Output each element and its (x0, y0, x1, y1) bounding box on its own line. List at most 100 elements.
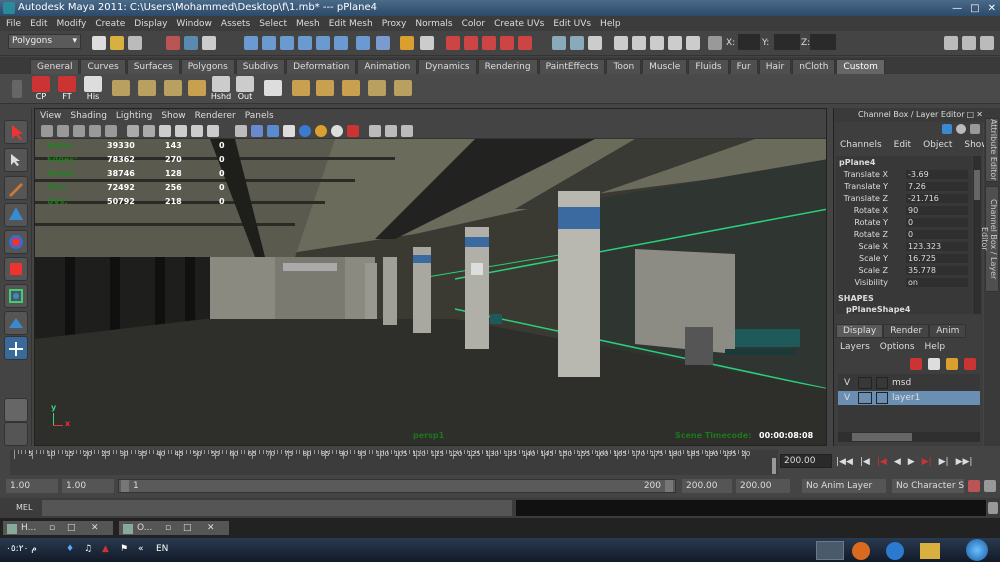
step-back-key-icon[interactable]: |◀ (877, 457, 887, 467)
attr-value[interactable]: on (906, 278, 968, 287)
channel-options-icon[interactable] (956, 124, 966, 134)
character-set-dropdown[interactable]: No Character Set (892, 479, 964, 493)
layer-row-layer1[interactable]: V layer1 (838, 391, 980, 405)
layout-icon-3[interactable] (588, 36, 602, 50)
layer-color-swatch[interactable] (876, 392, 888, 404)
shelf-button-out[interactable]: Out (234, 76, 256, 102)
menu-window[interactable]: Window (176, 19, 212, 29)
shelf-tab-muscle[interactable]: Muscle (642, 59, 688, 74)
layer-tab-anim[interactable]: Anim (929, 324, 967, 338)
xray-icon[interactable] (235, 125, 247, 137)
attr-rotate-x[interactable]: Rotate X 90 (836, 206, 972, 217)
select-object-icon[interactable] (184, 36, 198, 50)
shelf-tab-hair[interactable]: Hair (758, 59, 792, 74)
vp-menu-shading[interactable]: Shading (70, 111, 107, 121)
attr-value[interactable]: 0 (906, 230, 968, 239)
panel-close-icon[interactable]: ✕ (976, 110, 983, 119)
shelf-button-7[interactable] (186, 76, 208, 102)
shelf-tab-custom[interactable]: Custom (836, 59, 885, 74)
menu-edit[interactable]: Edit (30, 19, 47, 29)
channel-menu-icon[interactable] (970, 124, 980, 134)
command-language-label[interactable]: MEL (16, 503, 32, 512)
menu-assets[interactable]: Assets (221, 19, 250, 29)
menu-normals[interactable]: Normals (415, 19, 452, 29)
maximize-icon[interactable]: □ (183, 523, 192, 533)
save-scene-icon[interactable] (128, 36, 142, 50)
empty-layer-icon[interactable] (946, 358, 958, 370)
cb-menu-channels[interactable]: Channels (840, 140, 882, 154)
move-tool-icon[interactable] (4, 203, 28, 227)
layer-visibility-toggle[interactable]: V (844, 378, 850, 388)
attribute-editor-tab[interactable]: Attribute Editor (985, 118, 999, 182)
lasso-tool-icon[interactable] (4, 148, 28, 172)
layer-from-selection-icon[interactable] (928, 358, 940, 370)
minimize-button[interactable]: — (952, 1, 962, 17)
step-forward-key-icon[interactable]: ▶| (922, 457, 932, 467)
snap-grid-icon[interactable] (244, 36, 258, 50)
snap-curve-icon[interactable] (262, 36, 276, 50)
textured-icon[interactable] (175, 125, 187, 137)
minimized-window-1[interactable]: H... ▫ □ ✕ (2, 520, 114, 536)
soft-mod-tool-icon[interactable] (4, 311, 28, 335)
wire-on-shaded-icon[interactable] (159, 125, 171, 137)
shelf-button-11[interactable] (290, 76, 312, 102)
z-field[interactable] (810, 34, 836, 50)
attr-scale-z[interactable]: Scale Z 35.778 (836, 266, 972, 277)
step-forward-icon[interactable]: ▶| (939, 457, 949, 467)
current-frame-field[interactable]: 200.00 (780, 454, 832, 468)
end-time-field[interactable]: 200.00 (736, 479, 790, 493)
shelf-button-12[interactable] (314, 76, 336, 102)
cb-menu-object[interactable]: Object (923, 140, 952, 154)
playback-start-field[interactable]: 1.00 (62, 479, 114, 493)
shelf-tab-dynamics[interactable]: Dynamics (418, 59, 477, 74)
network-tray-icon[interactable]: ▲ (102, 544, 109, 554)
anim-prefs-icon[interactable] (984, 480, 996, 492)
attr-value[interactable]: 90 (906, 206, 968, 215)
layer-visibility-toggle[interactable]: V (844, 393, 850, 403)
smooth-shade-icon[interactable] (143, 125, 155, 137)
viewport-panel[interactable]: View Shading Lighting Show Renderer Pane… (34, 108, 827, 446)
four-pane-layout-icon[interactable] (4, 422, 28, 446)
vp-menu-lighting[interactable]: Lighting (116, 111, 152, 121)
shelf-tab-deformation[interactable]: Deformation (286, 59, 357, 74)
range-handle-end[interactable] (665, 480, 673, 492)
ipr-render-icon[interactable] (446, 36, 460, 50)
graph-icon[interactable] (650, 36, 664, 50)
select-component-icon[interactable] (202, 36, 216, 50)
select-hierarchy-icon[interactable] (166, 36, 180, 50)
x-field[interactable] (738, 34, 760, 50)
maximize-icon[interactable]: □ (67, 523, 76, 533)
shelf-tab-rendering[interactable]: Rendering (477, 59, 538, 74)
menu-select[interactable]: Select (259, 19, 287, 29)
firefox-taskbar-icon[interactable] (852, 542, 870, 560)
attr-translate-y[interactable]: Translate Y 7.26 (836, 182, 972, 193)
language-indicator[interactable]: EN (156, 544, 168, 554)
channel-box-tab[interactable]: Channel Box / Layer Editor (980, 186, 999, 292)
play-backward-icon[interactable]: ◀ (894, 457, 901, 467)
restore-icon[interactable]: ▫ (165, 523, 171, 533)
camera-select-icon[interactable] (41, 125, 53, 137)
magnet-icon[interactable] (500, 36, 514, 50)
scene-render[interactable]: Verts: 39330 143 0 Edges: 78362 270 0 Faces: 38… (35, 139, 826, 445)
expand-tray-icon[interactable]: « (138, 544, 144, 554)
play-forward-icon[interactable]: ▶ (908, 457, 915, 467)
shelf-tab-fluids[interactable]: Fluids (688, 59, 729, 74)
new-scene-icon[interactable] (92, 36, 106, 50)
shelf-button-13[interactable] (340, 76, 362, 102)
transform-icon[interactable] (708, 36, 722, 50)
menu-file[interactable]: File (6, 19, 21, 29)
vp-menu-show[interactable]: Show (161, 111, 185, 121)
menu-set-dropdown[interactable]: Polygons ▾ (8, 34, 81, 49)
shelf-button-cp[interactable]: CP (30, 76, 52, 102)
delete-layer-icon[interactable] (964, 358, 976, 370)
rotate-tool-icon[interactable] (4, 230, 28, 254)
history-icon[interactable] (334, 36, 348, 50)
menu-edit-uvs[interactable]: Edit UVs (553, 19, 591, 29)
last-tool-icon[interactable] (4, 336, 28, 360)
layer-template-toggle[interactable] (858, 392, 872, 404)
close-icon[interactable]: ✕ (207, 523, 215, 533)
select-tool-icon[interactable] (4, 120, 28, 144)
checker-toggle-icon[interactable] (283, 125, 295, 137)
shelf-button-5[interactable] (136, 76, 158, 102)
start-time-field[interactable]: 1.00 (6, 479, 58, 493)
